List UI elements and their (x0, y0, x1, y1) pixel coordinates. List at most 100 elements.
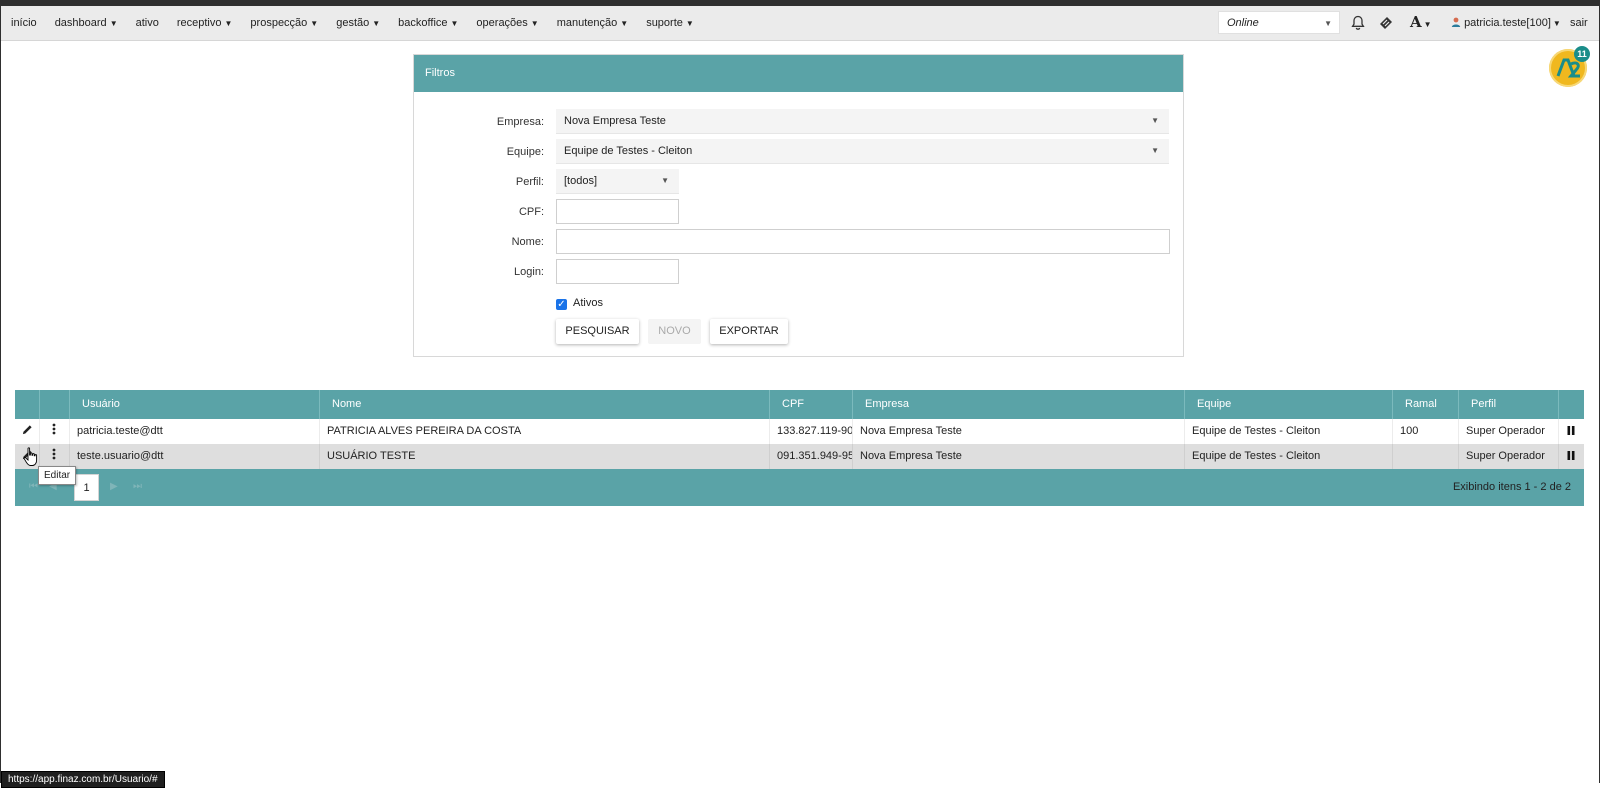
header-status-column (1559, 390, 1584, 419)
cell-cpf: 091.351.949-95 (770, 444, 853, 469)
bell-icon[interactable] (1350, 15, 1366, 31)
cell-usuario: teste.usuario@dtt (70, 444, 320, 469)
login-row: Login: (414, 259, 1183, 285)
nav-ativo[interactable]: ativo (136, 17, 159, 29)
caret-down-icon: ▼ (661, 176, 669, 185)
empresa-select[interactable]: Nova Empresa Teste ▼ (556, 109, 1169, 134)
nav-manutencao[interactable]: manutenção ▼ (557, 17, 628, 29)
cpf-label: CPF: (518, 206, 544, 218)
agent-status-select[interactable]: Online ▼ (1218, 11, 1340, 34)
login-input[interactable] (556, 259, 679, 284)
page-number-button[interactable]: 1 (74, 474, 99, 501)
cpf-row: CPF: (414, 199, 1183, 225)
ativos-checkbox[interactable]: ✓ (556, 299, 567, 310)
nav-manutencao-label: manutenção (556, 17, 618, 29)
ticket-icon[interactable] (1378, 15, 1394, 31)
nome-label: Nome: (511, 236, 544, 248)
perfil-value: [todos] (564, 175, 598, 187)
nav-receptivo[interactable]: receptivo ▼ (177, 17, 233, 29)
next-page-icon[interactable]: ▶ (110, 481, 118, 492)
nav-backoffice[interactable]: backoffice ▼ (398, 17, 458, 29)
header-edit-column (15, 390, 40, 419)
pause-icon (1567, 451, 1575, 460)
first-page-icon[interactable]: ⏮ (29, 481, 38, 492)
edit-button[interactable] (15, 419, 40, 444)
equipe-label: Equipe: (506, 146, 544, 158)
nav-inicio[interactable]: início (11, 17, 37, 29)
more-vertical-icon (52, 448, 56, 460)
caret-down-icon: ▼ (685, 19, 694, 28)
user-menu[interactable]: patricia.teste[100] ▼ (1451, 17, 1561, 29)
caret-down-icon: ▼ (372, 19, 381, 28)
header-actions-column (40, 390, 70, 419)
equipe-value: Equipe de Testes - Cleiton (564, 145, 693, 157)
nav-dashboard-label: dashboard (54, 17, 107, 29)
agent-status-value: Online (1227, 17, 1259, 29)
perfil-select[interactable]: [todos] ▼ (556, 169, 679, 194)
export-button[interactable]: EXPORTAR (710, 319, 788, 344)
header-nome[interactable]: Nome (320, 390, 770, 419)
cell-equipe: Equipe de Testes - Cleiton (1185, 419, 1393, 444)
cell-nome: PATRICIA ALVES PEREIRA DA COSTA (320, 419, 770, 444)
cell-cpf: 133.827.119-90 (770, 419, 853, 444)
nav-prospeccao[interactable]: prospecção ▼ (250, 17, 318, 29)
header-ramal[interactable]: Ramal (1393, 390, 1459, 419)
pager-info: Exibindo itens 1 - 2 de 2 (1452, 481, 1571, 493)
pause-button[interactable] (1559, 419, 1584, 444)
header-perfil[interactable]: Perfil (1459, 390, 1559, 419)
caret-down-icon: ▼ (1151, 146, 1159, 155)
empresa-value: Nova Empresa Teste (564, 115, 666, 127)
table-row[interactable]: teste.usuario@dtt USUÁRIO TESTE 091.351.… (15, 444, 1584, 469)
cell-equipe: Equipe de Testes - Cleiton (1185, 444, 1393, 469)
top-navigation-bar: início dashboard ▼ ativo receptivo ▼ prosp… (1, 6, 1599, 41)
login-label: Login: (514, 266, 544, 278)
nome-input[interactable] (556, 229, 1170, 254)
user-name: patricia.teste[100] (1464, 17, 1551, 29)
nav-suporte-label: suporte (646, 17, 683, 29)
nav-gestao-label: gestão (336, 17, 370, 29)
table-row[interactable]: patricia.teste@dtt PATRICIA ALVES PEREIR… (15, 419, 1584, 444)
nav-receptivo-label: receptivo (176, 17, 222, 29)
nav-dashboard[interactable]: dashboard ▼ (55, 17, 118, 29)
logout-link[interactable]: sair (1570, 17, 1588, 29)
new-button[interactable]: NOVO (648, 319, 701, 344)
font-size-icon[interactable]: A ▼ (1410, 13, 1432, 31)
equipe-select[interactable]: Equipe de Testes - Cleiton ▼ (556, 139, 1169, 164)
filters-panel: Filtros Empresa: Nova Empresa Teste ▼ Eq… (413, 54, 1184, 357)
nav-operacoes[interactable]: operações ▼ (476, 17, 538, 29)
caret-down-icon: ▼ (1423, 20, 1432, 29)
ativos-label: Ativos (573, 297, 603, 309)
header-cpf[interactable]: CPF (770, 390, 853, 419)
perfil-label: Perfil: (515, 176, 544, 188)
nav-prospeccao-label: prospecção (250, 17, 308, 29)
cell-perfil: Super Operador (1459, 444, 1559, 469)
users-grid: Usuário Nome CPF Empresa Equipe Ramal Pe… (15, 390, 1584, 506)
header-empresa[interactable]: Empresa (853, 390, 1185, 419)
browser-status-url: https://app.finaz.com.br/Usuario/# (1, 771, 165, 788)
a2-logo-badge[interactable]: 11 (1549, 46, 1590, 87)
cell-ramal: 100 (1393, 419, 1459, 444)
caret-down-icon: ▼ (1324, 19, 1332, 28)
edit-tooltip: Editar (38, 466, 77, 485)
nav-ativo-label: ativo (135, 17, 159, 29)
row-actions-button[interactable] (40, 419, 70, 444)
grid-header: Usuário Nome CPF Empresa Equipe Ramal Pe… (15, 390, 1584, 419)
caret-down-icon: ▼ (1151, 116, 1159, 125)
search-button[interactable]: PESQUISAR (556, 319, 639, 344)
nav-gestao[interactable]: gestão ▼ (336, 17, 380, 29)
header-usuario[interactable]: Usuário (70, 390, 320, 419)
caret-down-icon: ▼ (450, 19, 459, 28)
last-page-icon[interactable]: ⏭ (133, 481, 142, 492)
perfil-row: Perfil: [todos] ▼ (414, 169, 1183, 195)
nav-suporte[interactable]: suporte ▼ (646, 17, 694, 29)
filters-title: Filtros (425, 67, 455, 79)
cell-usuario: patricia.teste@dtt (70, 419, 320, 444)
caret-down-icon: ▼ (109, 19, 118, 28)
caret-down-icon: ▼ (224, 19, 233, 28)
pause-button[interactable] (1559, 444, 1584, 469)
font-size-label: A (1410, 13, 1422, 31)
header-equipe[interactable]: Equipe (1185, 390, 1393, 419)
user-avatar-icon (1451, 17, 1461, 27)
cpf-input[interactable] (556, 199, 679, 224)
cell-ramal (1393, 444, 1459, 469)
